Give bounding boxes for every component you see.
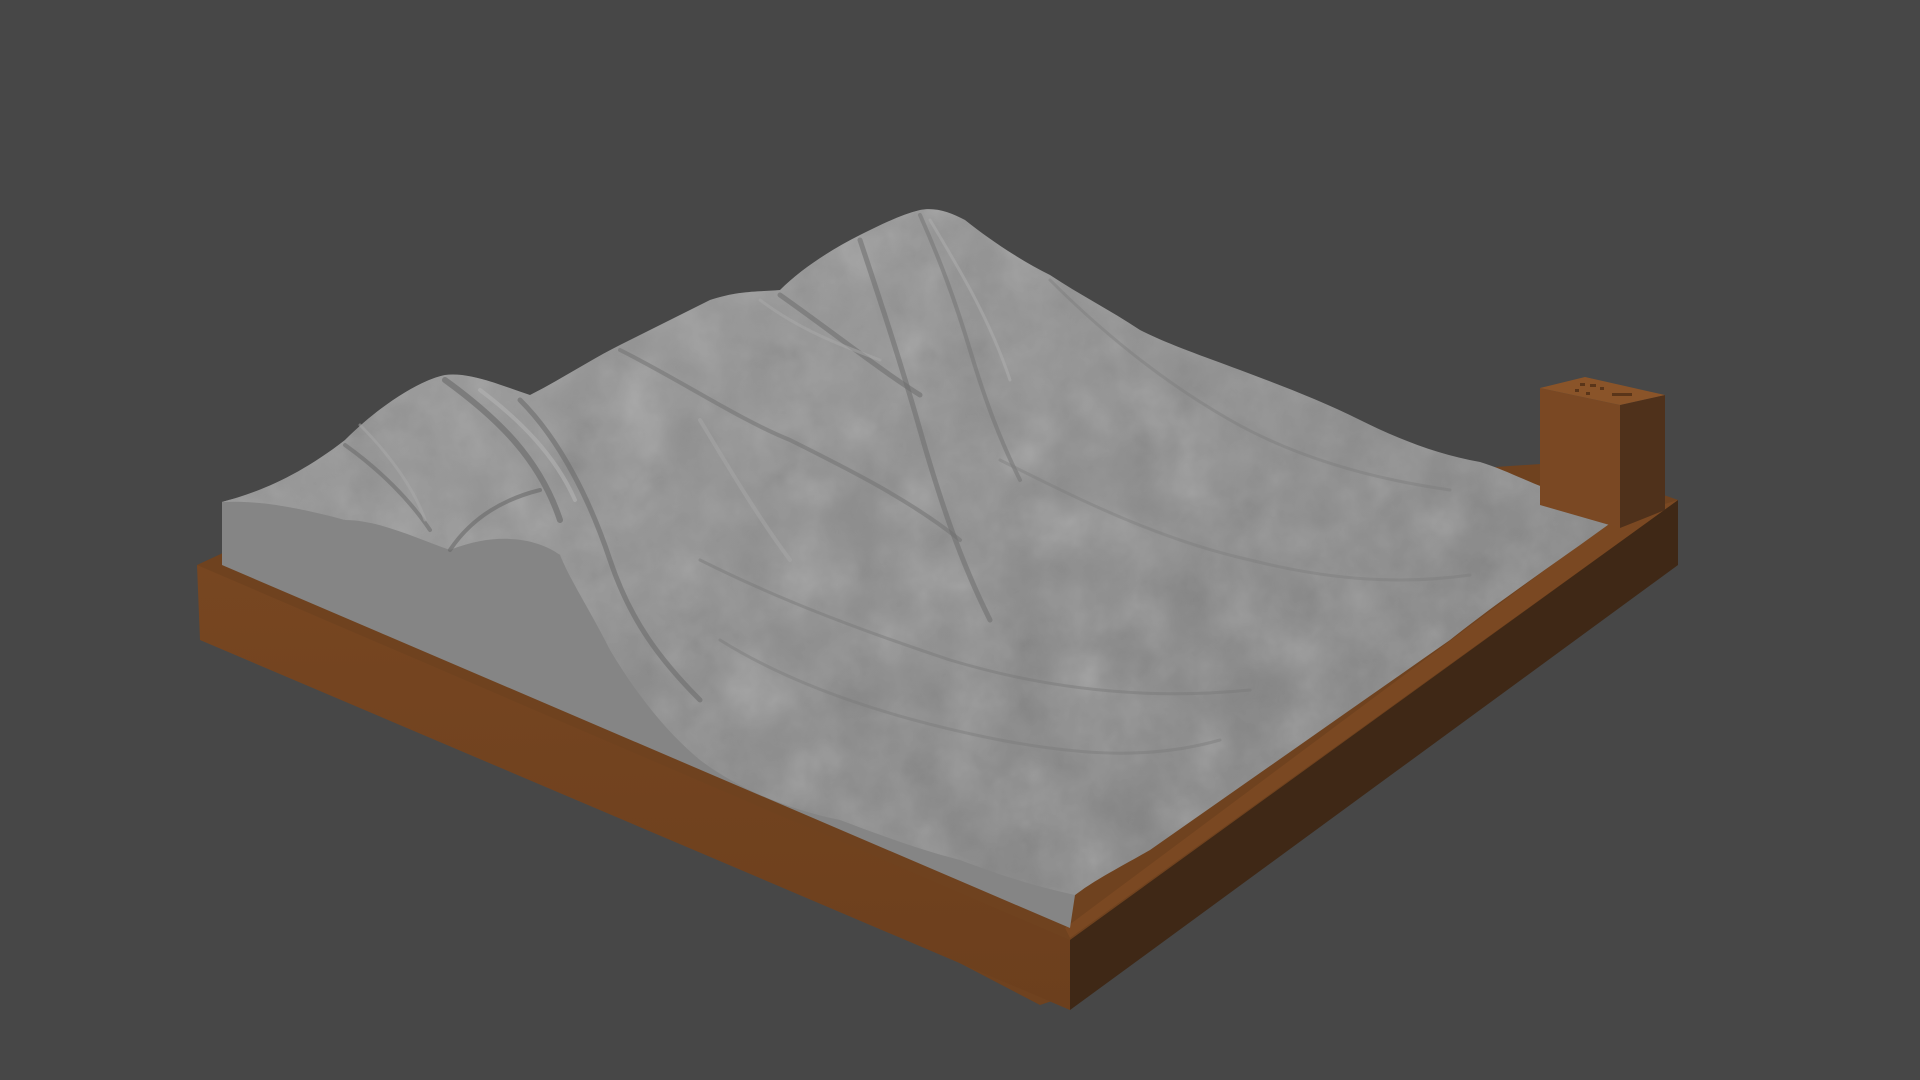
3d-viewport[interactable] (0, 0, 1920, 1080)
label-block-side-face (1620, 395, 1665, 528)
label-block-front-face (1540, 388, 1620, 528)
terrain-model[interactable] (222, 209, 1612, 928)
viewport-canvas (197, 209, 1678, 1010)
label-block[interactable] (1540, 377, 1665, 528)
